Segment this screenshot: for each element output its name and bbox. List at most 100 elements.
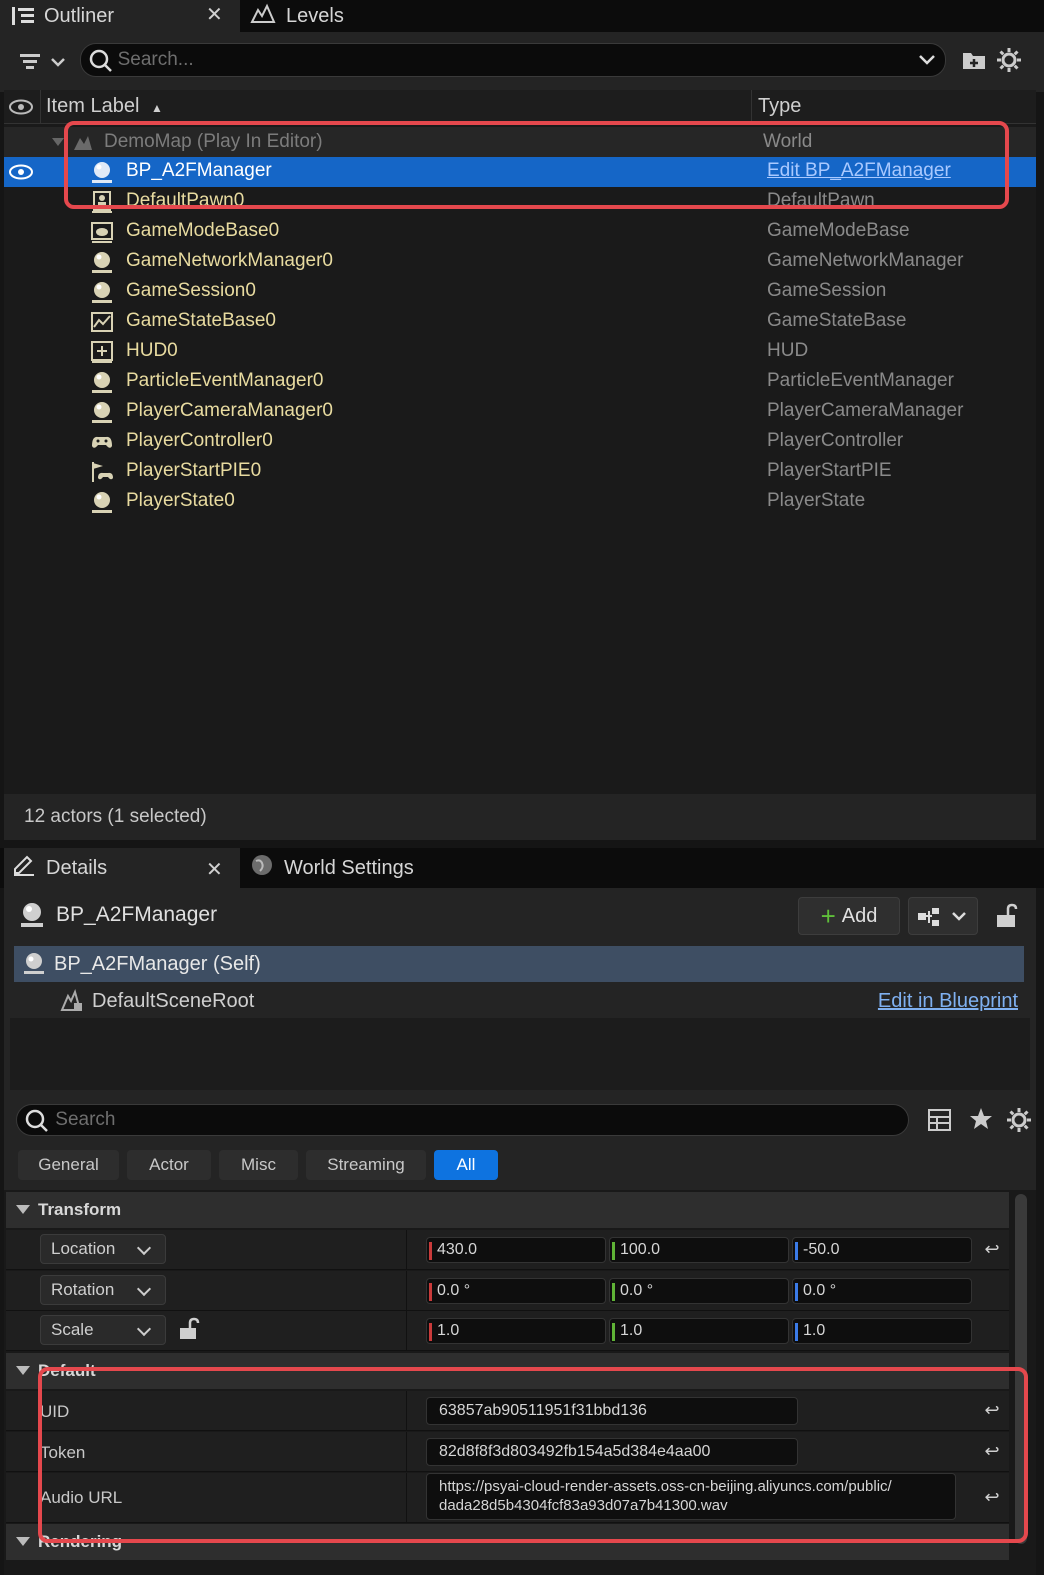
gamepad-icon [90,430,114,454]
settings-button[interactable] [995,46,1023,74]
section-transform[interactable]: Transform [6,1192,1009,1228]
token-label: Token [40,1443,86,1462]
outliner-row[interactable]: PlayerController0 PlayerController [4,427,1036,457]
section-rendering[interactable]: Rendering [6,1524,1009,1560]
tab-world-settings[interactable]: World Settings [250,848,450,888]
uid-row: UID 63857ab90511951f31bbd136 ↩ [6,1391,1009,1431]
scale-z-field[interactable]: 1.0 [792,1318,972,1344]
outliner-search[interactable] [80,43,946,77]
outliner-row-type: ParticleEventManager [767,370,954,391]
details-search[interactable] [16,1104,909,1136]
outliner-row-type: PlayerState [767,490,866,511]
game-mode-icon [90,220,114,244]
details-edit-icon [12,854,36,882]
collapse-arrow-icon [16,1205,30,1214]
actor-self-icon [22,951,48,982]
section-default[interactable]: Default [6,1353,1009,1389]
rotation-dropdown[interactable]: Rotation [40,1275,166,1305]
rotation-z-field[interactable]: 0.0 ° [792,1278,972,1304]
scale-label: Scale [51,1320,94,1339]
outliner-row-label: BP_A2FManager [126,160,272,181]
gear-icon[interactable] [1006,1107,1032,1138]
reset-icon[interactable]: ↩ [982,1487,1002,1507]
tab-levels-label: Levels [286,4,344,27]
outliner-row-type: GameNetworkManager [767,250,964,271]
token-field[interactable]: 82d8f8f3d803492fb154a5d384e4aa00 [426,1438,798,1466]
section-transform-title: Transform [38,1200,122,1219]
outliner-search-input[interactable] [117,49,909,71]
property-scrollbar[interactable] [1015,1194,1027,1544]
scale-dropdown[interactable]: Scale [40,1315,166,1345]
token-row: Token 82d8f8f3d803492fb154a5d384e4aa00 ↩ [6,1432,1009,1472]
close-icon[interactable]: ✕ [206,2,223,27]
visibility-column-icon[interactable] [8,97,34,122]
rotation-x-field[interactable]: 0.0 ° [426,1278,606,1304]
component-root-label: DefaultSceneRoot [92,990,255,1012]
reset-icon[interactable]: ↩ [982,1400,1002,1420]
outliner-row[interactable]: GameSession0 GameSession [4,277,1036,307]
outliner-row[interactable]: PlayerCameraManager0 PlayerCameraManager [4,397,1036,427]
outliner-row-type: GameSession [767,280,887,301]
outliner-row[interactable]: BP_A2FManager Edit BP_A2FManager [4,157,1036,187]
uid-field[interactable]: 63857ab90511951f31bbd136 [426,1397,798,1425]
scale-y-field[interactable]: 1.0 [609,1318,789,1344]
actor-icon [90,250,114,274]
scale-x-field[interactable]: 1.0 [426,1318,606,1344]
location-dropdown[interactable]: Location [40,1234,166,1264]
outliner-row[interactable]: GameNetworkManager0 GameNetworkManager [4,247,1036,277]
rotation-z-value: 0.0 ° [803,1282,837,1299]
outliner-row[interactable]: PlayerState0 PlayerState [4,487,1036,517]
add-folder-button[interactable] [960,46,988,74]
reset-icon[interactable]: ↩ [982,1239,1002,1259]
component-root-row[interactable]: DefaultSceneRoot Edit in Blueprint [14,985,1024,1017]
reset-icon[interactable]: ↩ [982,1441,1002,1461]
outliner-row[interactable]: PlayerStartPIE0 PlayerStartPIE [4,457,1036,487]
outliner-row[interactable]: GameModeBase0 GameModeBase [4,217,1036,247]
column-type[interactable]: Type [758,95,801,118]
column-item-label[interactable]: Item Label ▲ [46,95,163,118]
lock-icon[interactable] [994,902,1020,935]
filter-actor[interactable]: Actor [127,1150,211,1180]
location-x-value: 430.0 [437,1241,478,1258]
uid-label: UID [40,1402,70,1421]
outliner-row[interactable]: HUD0 HUD [4,337,1036,367]
outliner-row[interactable]: DefaultPawn0 DefaultPawn [4,187,1036,217]
add-component-button[interactable]: + Add [798,897,900,935]
blueprint-options-dropdown[interactable] [908,897,978,935]
tab-details[interactable]: Details [4,848,240,888]
hierarchy-icon [918,908,966,926]
outliner-header: Item Label ▲ Type [4,90,1036,124]
filter-dropdown[interactable] [18,48,68,76]
rotation-y-field[interactable]: 0.0 ° [609,1278,789,1304]
star-icon[interactable] [969,1107,993,1136]
outliner-row[interactable]: ParticleEventManager0 ParticleEventManage… [4,367,1036,397]
rotation-row: Rotation 0.0 ° 0.0 ° 0.0 ° [6,1271,1009,1311]
add-label: Add [841,904,878,927]
collapse-arrow-icon[interactable] [52,138,64,146]
component-self-row[interactable]: BP_A2FManager (Self) [14,946,1024,982]
filter-general[interactable]: General [18,1150,119,1180]
location-y-value: 100.0 [620,1241,661,1258]
tab-outliner[interactable]: Outliner [0,0,240,32]
table-view-icon[interactable] [928,1108,952,1137]
outliner-row[interactable]: GameStateBase0 GameStateBase [4,307,1036,337]
location-z-field[interactable]: -50.0 [792,1237,972,1263]
audio-url-field[interactable]: https://psyai-cloud-render-assets.oss-cn… [426,1473,956,1520]
filter-all[interactable]: All [434,1150,498,1180]
chevron-down-icon[interactable] [908,45,945,75]
details-search-input[interactable] [55,1109,908,1131]
edit-in-blueprint-link[interactable]: Edit in Blueprint [878,990,1018,1013]
scale-lock-icon[interactable] [178,1317,202,1348]
filter-misc[interactable]: Misc [219,1150,298,1180]
world-row[interactable]: DemoMap (Play In Editor) World [4,127,1036,157]
close-icon[interactable]: ✕ [206,857,223,882]
filter-icon [20,54,65,69]
location-x-field[interactable]: 430.0 [426,1237,606,1263]
game-state-icon [90,310,114,334]
tab-levels[interactable]: Levels [250,0,410,32]
edit-blueprint-link[interactable]: Edit BP_A2FManager [767,160,951,182]
visibility-eye-icon[interactable] [8,162,34,187]
outliner-icon [12,7,34,25]
location-y-field[interactable]: 100.0 [609,1237,789,1263]
filter-streaming[interactable]: Streaming [306,1150,426,1180]
